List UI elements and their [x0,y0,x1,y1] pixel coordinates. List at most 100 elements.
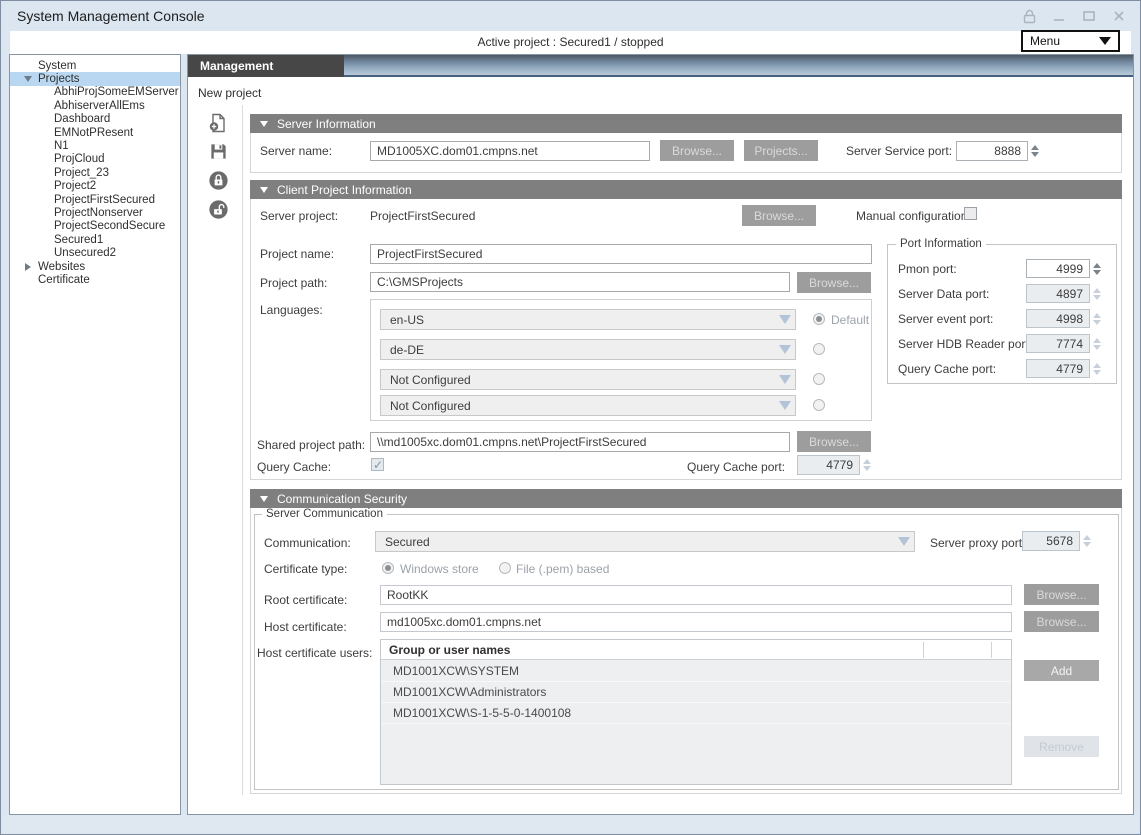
project-path-browse-button[interactable]: Browse... [797,272,871,293]
host-certificate-browse-button[interactable]: Browse... [1024,611,1099,632]
tree-item-project[interactable]: AbhiserverAllEms [10,99,180,112]
tree-item-project[interactable]: ProjectFirstSecured [10,193,180,206]
tree-item-project[interactable]: ProjectNonserver [10,206,180,219]
query-cache-port-row-label: Query Cache port: [687,460,785,474]
menu-label: Menu [1030,34,1060,48]
host-certificate-users-label: Host certificate users: [257,646,372,660]
language-dropdown-1[interactable]: en-US [380,309,796,330]
project-path-label: Project path: [260,276,327,290]
server-name-label: Server name: [260,144,332,158]
chevron-down-icon [779,401,791,410]
pem-file-radio [499,562,511,574]
user-row[interactable]: MD1001XCW\SYSTEM [381,661,1011,682]
titlebar: System Management Console [1,1,1140,31]
tree-item-project[interactable]: AbhiProjSomeEMServer [10,86,180,99]
server-browse-button[interactable]: Browse... [660,140,734,161]
tree-item-project[interactable]: ProjectSecondSecure [10,220,180,233]
service-port-spinner[interactable]: 8888 [956,141,1028,161]
tree-item-project[interactable]: EMNotPResent [10,126,180,139]
server-event-port-spinner: 4998 [1026,309,1090,328]
project-path-input[interactable] [370,272,790,292]
service-port-spinner-arrows[interactable] [1030,141,1040,161]
content-panel: Management New project Server Informatio… [187,54,1134,815]
port-information-title: Port Information [896,238,986,250]
user-row[interactable]: MD1001XCW\Administrators [381,682,1011,703]
navigation-tree: System Projects AbhiProjSomeEMServer Abh… [9,54,181,815]
pmon-port-arrows[interactable] [1092,259,1102,279]
toolbar-separator [242,105,243,795]
minimize-icon[interactable] [1050,7,1068,25]
tree-item-project[interactable]: N1 [10,139,180,152]
server-project-label: Server project: [260,209,338,223]
unlock-circle-icon[interactable] [206,198,230,220]
lock-icon[interactable] [1020,7,1038,25]
server-project-browse-button[interactable]: Browse... [742,205,816,226]
status-bar [2,815,1139,833]
column-divider [923,642,924,658]
pmon-port-label: Pmon port: [898,262,957,276]
host-certificate-input[interactable] [380,612,1012,632]
new-project-icon[interactable] [206,112,230,134]
pem-file-label: File (.pem) based [516,562,609,576]
communication-dropdown[interactable]: Secured [375,531,915,552]
tree-item-certificate[interactable]: Certificate [10,273,180,286]
tree-item-websites[interactable]: Websites [10,260,180,273]
root-certificate-label: Root certificate: [264,593,347,607]
server-name-input[interactable] [370,141,650,161]
section-header-server-information[interactable]: Server Information [250,114,1122,133]
query-cache-port-row-spinner: 4779 [797,455,860,475]
server-data-port-label: Server Data port: [898,287,989,301]
section-header-client-project[interactable]: Client Project Information [250,180,1122,199]
menu-dropdown[interactable]: Menu [1021,30,1120,52]
tree-item-projects[interactable]: Projects [10,72,180,85]
default-language-radio-4 [813,399,825,411]
proxy-port-spinner: 5678 [1022,531,1080,551]
root-certificate-input[interactable] [380,585,1012,605]
language-dropdown-2[interactable]: de-DE [380,339,796,360]
active-project-text: Active project : Secured1 / stopped [1,35,1140,49]
manual-config-label: Manual configuration [856,209,967,223]
tab-strip-gradient [344,55,1133,77]
pmon-port-spinner[interactable]: 4999 [1026,259,1090,278]
default-label: Default [831,313,869,327]
projects-button[interactable]: Projects... [744,140,818,161]
language-dropdown-4[interactable]: Not Configured [380,395,796,416]
save-icon[interactable] [206,140,230,162]
communication-label: Communication: [264,536,351,550]
certificate-type-label: Certificate type: [264,562,347,576]
default-language-radio-3 [813,373,825,385]
collapse-arrow-icon [260,121,268,127]
tree-item-project[interactable]: Project_23 [10,166,180,179]
project-name-input[interactable] [370,244,872,264]
query-cache-port-label: Query Cache port: [898,362,996,376]
maximize-icon[interactable] [1080,7,1098,25]
add-user-button[interactable]: Add [1024,660,1099,681]
tree-item-system[interactable]: System [10,59,180,72]
languages-label: Languages: [260,303,323,317]
close-icon[interactable] [1110,7,1128,25]
lock-circle-icon[interactable] [206,169,230,191]
project-name-label: Project name: [260,247,334,261]
app-window: System Management Console Active project… [0,0,1141,835]
window-controls [1020,7,1128,25]
hdb-reader-port-arrows [1092,334,1102,354]
remove-user-button: Remove [1024,736,1099,757]
server-data-port-spinner: 4897 [1026,284,1090,303]
hdb-reader-port-spinner: 7774 [1026,334,1090,353]
tree-item-project[interactable]: Project2 [10,180,180,193]
service-port-label: Server Service port: [846,144,952,158]
tree-item-project[interactable]: Secured1 [10,233,180,246]
shared-path-input[interactable] [370,432,790,452]
root-certificate-browse-button[interactable]: Browse... [1024,584,1099,605]
manual-config-checkbox[interactable] [964,207,977,220]
server-event-port-label: Server event port: [898,312,993,326]
user-row[interactable]: MD1001XCW\S-1-5-5-0-1400108 [381,703,1011,724]
tree-item-project[interactable]: ProjCloud [10,153,180,166]
tab-management[interactable]: Management [188,55,344,77]
language-dropdown-3[interactable]: Not Configured [380,369,796,390]
shared-path-browse-button[interactable]: Browse... [797,431,871,452]
tree-item-project[interactable]: Dashboard [10,113,180,126]
query-cache-port-spinner: 4779 [1026,359,1090,378]
section-header-communication-security[interactable]: Communication Security [250,489,1122,508]
tree-item-project[interactable]: Unsecured2 [10,246,180,259]
